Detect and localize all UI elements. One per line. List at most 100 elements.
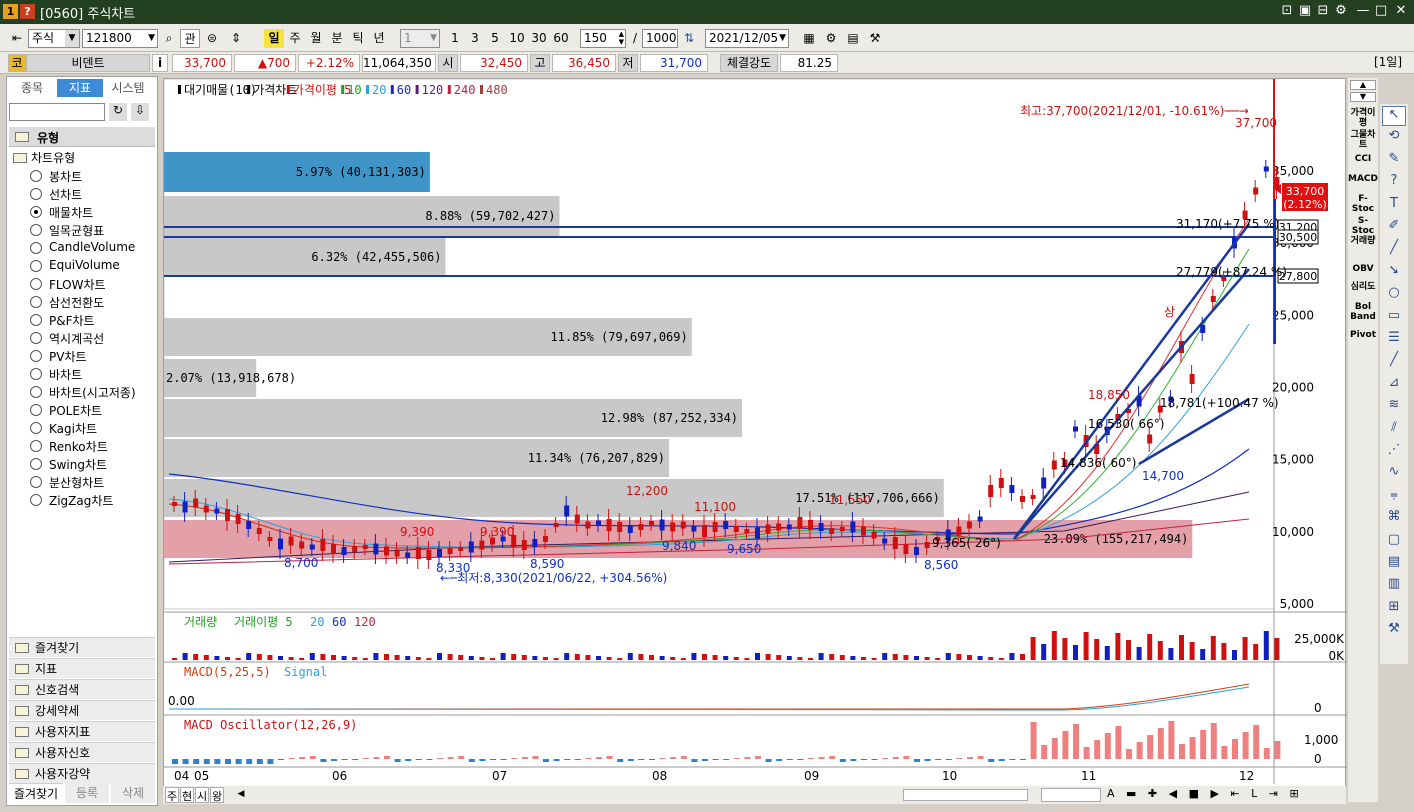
layout-icon[interactable]: ▣: [1296, 2, 1314, 20]
folder-item[interactable]: 즐겨찾기: [9, 637, 155, 657]
folder-item[interactable]: 신호검색: [9, 679, 155, 699]
chart-type-radio[interactable]: [30, 368, 42, 380]
chart-type-label[interactable]: FLOW차트: [49, 276, 106, 293]
chart-type-radio[interactable]: [30, 242, 42, 254]
app-icon[interactable]: 1: [3, 4, 18, 19]
drawing-tool-icon[interactable]: ⚒: [1382, 621, 1406, 641]
chart-type-radio[interactable]: [30, 422, 42, 434]
indicator-shortcut[interactable]: 가격이평: [1348, 108, 1378, 128]
chart-nav-controls[interactable]: A ▬ ✚ ◀ ■ ▶ ⇤ L ⇥ ⊞: [1107, 787, 1337, 803]
link-icon[interactable]: ⊡: [1278, 2, 1296, 20]
chart-type-label[interactable]: PV차트: [49, 348, 87, 365]
tab-system[interactable]: 시스템: [105, 79, 151, 97]
price-chart-svg[interactable]: 5.97% (40,131,303) 8.88% (59,702,427) 6.32…: [164, 79, 1347, 803]
drawing-tool-icon[interactable]: ▭: [1382, 308, 1406, 328]
indicator-shortcut[interactable]: 그물차트: [1348, 130, 1378, 150]
drawing-tool-icon[interactable]: ⫽: [1382, 420, 1406, 440]
drawing-tool-icon[interactable]: ≋: [1382, 397, 1406, 417]
interval-3[interactable]: 3: [466, 29, 484, 48]
interval-5[interactable]: 5: [486, 29, 504, 48]
tools-icon[interactable]: ⚒: [866, 29, 884, 48]
period-year[interactable]: 년: [369, 29, 389, 48]
drawing-tool-icon[interactable]: ✎: [1382, 151, 1406, 171]
drawing-tool-icon[interactable]: ╱: [1382, 352, 1406, 372]
drawing-tool-icon[interactable]: ⊞: [1382, 599, 1406, 619]
download-icon[interactable]: ⇩: [131, 103, 149, 121]
sync-icon[interactable]: ⊜: [203, 29, 221, 48]
chart-type-label[interactable]: 바차트: [49, 366, 82, 383]
drawing-tool-icon[interactable]: ⋰: [1382, 442, 1406, 462]
chart-type-label[interactable]: 바차트(시고저종): [49, 384, 136, 401]
chart-icon[interactable]: ▦: [800, 29, 818, 48]
drawing-tool-icon[interactable]: ⊿: [1382, 375, 1406, 395]
interval-30[interactable]: 30: [528, 29, 550, 48]
indicator-shortcut[interactable]: CCI: [1348, 154, 1378, 164]
chart-type-label[interactable]: 매물차트: [49, 204, 93, 221]
chart-type-radio[interactable]: [30, 440, 42, 452]
scroll-left-icon[interactable]: ◀: [235, 789, 247, 801]
chart-type-radio[interactable]: [30, 314, 42, 326]
prev-stock-icon[interactable]: ⇤: [8, 29, 26, 48]
chart-type-radio[interactable]: [30, 332, 42, 344]
bottom-tab-delete[interactable]: 삭제: [111, 783, 155, 803]
chart-type-radio[interactable]: [30, 458, 42, 470]
chart-type-label[interactable]: P&F차트: [49, 312, 95, 329]
save-icon[interactable]: ▤: [844, 29, 862, 48]
chart-type-label[interactable]: 일목균형표: [49, 222, 104, 239]
drawing-tool-icon[interactable]: ⌘: [1382, 509, 1406, 529]
settings-icon[interactable]: ⚙: [822, 29, 840, 48]
indicator-shortcut[interactable]: OBV: [1348, 264, 1378, 274]
bottom-tab[interactable]: 시: [195, 787, 209, 803]
drawing-tool-icon[interactable]: ▤: [1382, 554, 1406, 574]
help-icon[interactable]: ?: [20, 4, 35, 19]
group-header[interactable]: 유형: [9, 127, 155, 147]
close-icon[interactable]: ✕: [1392, 2, 1410, 20]
related-button[interactable]: 관: [180, 29, 200, 48]
period-tick[interactable]: 틱: [348, 29, 368, 48]
drawing-tool-icon[interactable]: ╱: [1382, 240, 1406, 260]
period-month[interactable]: 월: [306, 29, 326, 48]
info-icon[interactable]: i: [152, 54, 168, 72]
minimize-icon[interactable]: —: [1354, 2, 1372, 20]
updown-icon[interactable]: ⇕: [226, 29, 246, 48]
drawing-tool-icon[interactable]: ✐: [1382, 218, 1406, 238]
drawing-tool-icon[interactable]: ☰: [1382, 330, 1406, 350]
chart-type-radio[interactable]: [30, 188, 42, 200]
scrollbar[interactable]: [903, 789, 1028, 801]
chart-type-radio[interactable]: [30, 206, 42, 218]
chart-type-label[interactable]: 분산형차트: [49, 474, 104, 491]
scroll-up-icon[interactable]: ▲: [1350, 80, 1376, 90]
chart-type-label[interactable]: Swing차트: [49, 456, 107, 473]
chart-type-radio[interactable]: [30, 170, 42, 182]
indicator-shortcut[interactable]: F-Stoc: [1348, 194, 1378, 214]
date-input[interactable]: 2021/12/05 ▼: [705, 29, 789, 48]
drawing-tool-icon[interactable]: T: [1382, 196, 1406, 216]
chart-type-label[interactable]: EquiVolume: [49, 258, 120, 272]
chart-type-radio[interactable]: [30, 404, 42, 416]
bottom-tab-favorites[interactable]: 즐겨찾기: [9, 783, 63, 803]
bottom-tab[interactable]: 주: [165, 787, 179, 803]
stock-code-input[interactable]: 121800 ▼: [82, 29, 158, 48]
bottom-tab-register[interactable]: 등록: [65, 783, 109, 803]
print-icon[interactable]: ⊟: [1314, 2, 1332, 20]
maximize-icon[interactable]: □: [1372, 2, 1390, 20]
indicator-shortcut[interactable]: 거래량: [1348, 236, 1378, 246]
drawing-tool-icon[interactable]: ▢: [1382, 532, 1406, 552]
chart-type-radio[interactable]: [30, 296, 42, 308]
chart-type-label[interactable]: ZigZag차트: [49, 492, 113, 509]
zoom-slider[interactable]: [1041, 788, 1101, 802]
chart-type-label[interactable]: 봉차트: [49, 168, 82, 185]
drawing-tool-icon[interactable]: ∿: [1382, 464, 1406, 484]
indicator-shortcut[interactable]: Pivot: [1348, 330, 1378, 340]
chart-type-radio[interactable]: [30, 350, 42, 362]
chart-type-radio[interactable]: [30, 224, 42, 236]
drawing-tool-icon[interactable]: ⩦: [1382, 487, 1406, 507]
chart-type-label[interactable]: 역시계곡선: [49, 330, 104, 347]
drawing-tool-icon[interactable]: ➘: [1382, 263, 1406, 283]
folder-item[interactable]: 강세약세: [9, 700, 155, 720]
gear-icon[interactable]: ⚙: [1332, 2, 1350, 20]
folder-item[interactable]: 사용자신호: [9, 742, 155, 762]
drawing-tool-icon[interactable]: ▥: [1382, 576, 1406, 596]
indicator-shortcut[interactable]: 심리도: [1348, 282, 1378, 292]
chart-type-radio[interactable]: [30, 386, 42, 398]
